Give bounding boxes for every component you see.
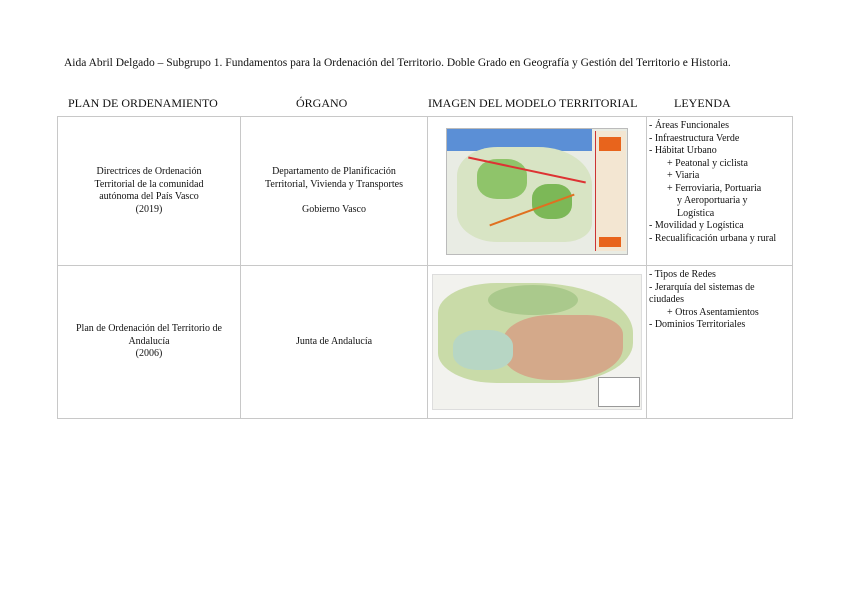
legend-cell: - Tipos de Redes - Jerarquía del sistema… [646,265,793,419]
legend-item: Logística [677,207,715,219]
header-imagen: IMAGEN DEL MODELO TERRITORIAL [428,96,638,110]
plan-line: (2006) [135,348,163,360]
plan-line: autónoma del País Vasco [99,191,199,202]
basque-country-map-image [446,127,628,255]
legend-item: - Áreas Funcionales [649,120,729,131]
legend-item: + Otros Asentamientos [667,306,759,318]
organo-line: Departamento de Planificación [272,166,396,177]
legend-item: - Jerarquía del sistemas de ciudades [649,281,755,306]
organo-line: Gobierno Vasco [302,203,366,215]
legend-item: y Aeroportuaria y [677,195,748,206]
andalusia-map-image [432,274,642,410]
legend-item: - Dominios Territoriales [649,319,746,330]
image-cell [427,116,647,266]
header-plan: PLAN DE ORDENAMIENTO [68,96,218,110]
legend-item: - Infraestructura Verde [649,132,740,144]
legend-item: + Ferroviaria, Portuaria [667,182,762,194]
plan-line: (2019) [135,203,163,215]
header-leyenda: LEYENDA [674,96,731,110]
organo-line [241,191,427,204]
legend-item: - Recualificación urbana y rural [649,232,777,244]
organo-line: Territorial, Vivienda y Transportes [265,178,403,190]
plan-cell: Directrices de Ordenación Territorial de… [57,116,241,266]
document-title: Aida Abril Delgado – Subgrupo 1. Fundame… [64,57,731,69]
plan-line: Andalucía [128,335,170,347]
plan-line: Territorial de la comunidad [94,178,204,190]
legend-item: + Viaria [667,170,700,181]
table-row: Directrices de Ordenación Territorial de… [57,116,793,266]
plan-line: Directrices de Ordenación [96,166,202,177]
legend-item: - Hábitat Urbano [649,145,717,156]
legend-item: - Movilidad y Logística [649,220,744,231]
document-page: Aida Abril Delgado – Subgrupo 1. Fundame… [0,0,848,599]
image-cell [427,265,647,419]
plan-line: Plan de Ordenación del Territorio de [75,323,222,335]
organo-cell: Junta de Andalucía [240,265,428,419]
legend-cell: - Áreas Funcionales - Infraestructura Ve… [646,116,793,266]
organo-line: Junta de Andalucía [295,335,373,347]
organo-cell: Departamento de Planificación Territoria… [240,116,428,266]
header-organo: ÓRGANO [296,96,348,110]
plan-cell: Plan de Ordenación del Territorio de And… [57,265,241,419]
plans-table: Directrices de Ordenación Territorial de… [57,116,793,419]
table-row: Plan de Ordenación del Territorio de And… [57,265,793,419]
legend-item: + Peatonal y ciclista [667,157,748,169]
legend-item: - Tipos de Redes [649,269,716,280]
